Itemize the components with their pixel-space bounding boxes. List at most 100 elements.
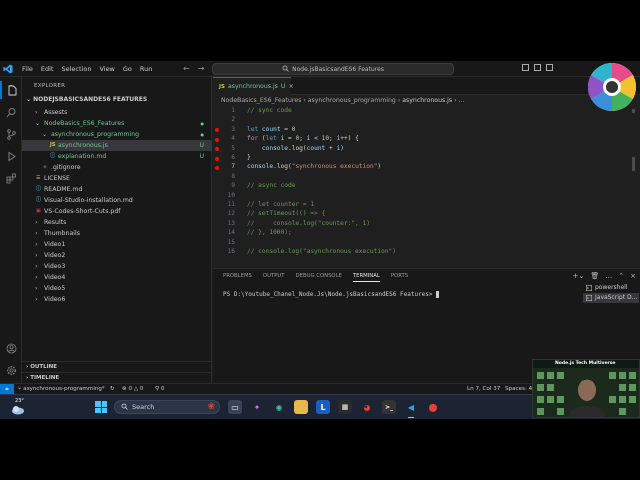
- forward-arrow-icon[interactable]: →: [198, 64, 205, 73]
- tree-file[interactable]: ◆ .gitignore: [22, 162, 212, 173]
- menu-view[interactable]: View: [95, 65, 118, 73]
- breakpoint-icon[interactable]: [215, 137, 219, 142]
- tree-folder[interactable]: › Video4: [22, 272, 212, 283]
- toggle-secondary-sidebar-icon[interactable]: [546, 64, 553, 71]
- tree-folder[interactable]: › Video2: [22, 250, 212, 261]
- run-debug-icon[interactable]: [0, 147, 22, 165]
- more-actions-icon[interactable]: …: [605, 272, 612, 280]
- command-center[interactable]: Node.jsBasicsandES6 Features: [212, 63, 454, 75]
- code-line[interactable]: // }, 1000);: [247, 229, 292, 236]
- scrollbar-thumb[interactable]: [632, 157, 635, 171]
- tree-folder[interactable]: › Results: [22, 217, 212, 228]
- chevron-down-icon: ⌄: [42, 131, 48, 138]
- store-icon[interactable]: ▦: [338, 400, 352, 414]
- trash-icon[interactable]: 🗑: [590, 272, 599, 280]
- breakpoint-icon[interactable]: [215, 165, 219, 170]
- file-explorer-icon[interactable]: [294, 400, 308, 414]
- tree-file[interactable]: ▣ VS-Codes-Short-Cuts.pdf: [22, 206, 212, 217]
- line-number[interactable]: 13: [213, 220, 235, 227]
- source-control-icon[interactable]: [0, 125, 22, 143]
- tab-terminal[interactable]: TERMINAL: [352, 273, 380, 282]
- close-icon[interactable]: ×: [288, 83, 293, 90]
- line-number[interactable]: 16: [213, 248, 235, 255]
- menu-edit[interactable]: Edit: [37, 65, 58, 73]
- tree-file[interactable]: ☰ LICENSE: [22, 173, 212, 184]
- breadcrumb-item[interactable]: ...: [459, 97, 465, 104]
- tab-debug-console[interactable]: DEBUG CONSOLE: [296, 273, 342, 282]
- tab-asynchronous-js[interactable]: JS asynchronous.js U ×: [213, 77, 294, 95]
- tree-folder[interactable]: › Video3: [22, 261, 212, 272]
- tab-problems[interactable]: PROBLEMS: [223, 273, 252, 282]
- tree-file[interactable]: ⓘ Visual-Studio-installation.md: [22, 195, 212, 206]
- terminal-output[interactable]: PS D:\Youtube_Chanel_Node.Js\Node.jsBasi…: [223, 291, 440, 298]
- breadcrumb-item[interactable]: asynchronous_programming: [308, 97, 396, 104]
- line-number[interactable]: 1: [213, 107, 235, 114]
- back-arrow-icon[interactable]: ←: [183, 64, 190, 73]
- workspace-root[interactable]: ⌄ NODEJSBASICSANDES6 FEATURES: [26, 96, 147, 103]
- explorer-icon[interactable]: [0, 81, 22, 99]
- code-line[interactable]: // setTimeout(() => {: [247, 210, 325, 217]
- code-line[interactable]: // console.log("asynchronous execution"): [247, 248, 396, 255]
- tree-folder[interactable]: ⌄ asynchronous_programming ●: [22, 129, 212, 140]
- menu-go[interactable]: Go: [119, 65, 136, 73]
- account-icon[interactable]: [0, 339, 22, 357]
- menu-selection[interactable]: Selection: [57, 65, 95, 73]
- toggle-panel-icon[interactable]: [534, 64, 541, 71]
- code-line[interactable]: }: [247, 154, 251, 161]
- menu-file[interactable]: File: [18, 65, 37, 73]
- extensions-icon[interactable]: [0, 169, 22, 187]
- tree-file[interactable]: ⓘ explanation.md U: [22, 151, 212, 162]
- line-number[interactable]: 10: [213, 192, 235, 199]
- start-button[interactable]: [95, 401, 107, 413]
- line-number[interactable]: 2: [213, 116, 235, 123]
- line-number[interactable]: 11: [213, 201, 235, 208]
- gear-icon[interactable]: [0, 361, 22, 379]
- terminal-instance[interactable]: powershell: [583, 283, 639, 293]
- task-view-icon[interactable]: ▭: [228, 400, 242, 414]
- menu-run[interactable]: Run: [136, 65, 156, 73]
- weather-widget[interactable]: 23°: [8, 398, 28, 416]
- tree-folder[interactable]: › Video5: [22, 283, 212, 294]
- code-line[interactable]: // let counter = 1: [247, 201, 314, 208]
- breakpoint-icon[interactable]: [215, 156, 219, 161]
- chrome-icon[interactable]: ◕: [360, 400, 374, 414]
- tree-folder[interactable]: › Thumbnails: [22, 228, 212, 239]
- terminal-instance[interactable]: JavaScript D...: [583, 293, 639, 303]
- tree-file[interactable]: JS asynchronous.js U: [22, 140, 212, 151]
- vscode-taskbar-icon[interactable]: ◀: [404, 400, 418, 418]
- tree-folder[interactable]: › Video1: [22, 239, 212, 250]
- code-line[interactable]: // async code: [247, 182, 295, 189]
- tab-output[interactable]: OUTPUT: [263, 273, 285, 282]
- breadcrumb-item[interactable]: NodeBasics_ES6_Features: [221, 97, 301, 104]
- tree-file[interactable]: ⓘ README.md: [22, 184, 212, 195]
- l-app-icon[interactable]: L: [316, 400, 330, 414]
- code-line[interactable]: let count = 0: [247, 126, 295, 133]
- outline-section[interactable]: › OUTLINE: [22, 361, 212, 372]
- line-number[interactable]: 14: [213, 229, 235, 236]
- recorder-icon[interactable]: ⬤: [426, 400, 440, 414]
- tree-folder[interactable]: › Assests: [22, 107, 212, 118]
- code-line[interactable]: // sync code: [247, 107, 292, 114]
- tab-ports[interactable]: PORTS: [391, 273, 408, 282]
- edge-browser-icon[interactable]: ◉: [272, 400, 286, 414]
- line-number[interactable]: 8: [213, 173, 235, 180]
- taskbar-search[interactable]: Search ❀: [114, 400, 220, 414]
- search-icon[interactable]: [0, 103, 22, 121]
- tree-folder[interactable]: ⌄ NodeBasics_ES6_Features ●: [22, 118, 212, 129]
- code-line[interactable]: console.log(count + i): [247, 145, 344, 152]
- copilot-icon[interactable]: ✦: [250, 400, 264, 414]
- line-number[interactable]: 9: [213, 182, 235, 189]
- new-terminal-icon[interactable]: +⌄: [573, 272, 585, 280]
- code-line[interactable]: // console.log("counter:", 1): [247, 220, 370, 227]
- code-line[interactable]: for (let i = 0; i < 10; i++) {: [247, 135, 359, 142]
- breadcrumb-item[interactable]: asynchronous.js: [402, 97, 452, 104]
- code-line[interactable]: console.log("synchronous execution"): [247, 163, 381, 170]
- toggle-sidebar-icon[interactable]: [522, 64, 529, 71]
- close-icon[interactable]: ×: [630, 272, 636, 280]
- line-number[interactable]: 12: [213, 210, 235, 217]
- terminal-app-icon[interactable]: >_: [382, 400, 396, 414]
- tree-folder[interactable]: › Video6: [22, 294, 212, 305]
- line-number[interactable]: 15: [213, 239, 235, 246]
- maximize-panel-icon[interactable]: ⌃: [618, 272, 624, 280]
- timeline-section[interactable]: › TIMELINE: [22, 372, 212, 383]
